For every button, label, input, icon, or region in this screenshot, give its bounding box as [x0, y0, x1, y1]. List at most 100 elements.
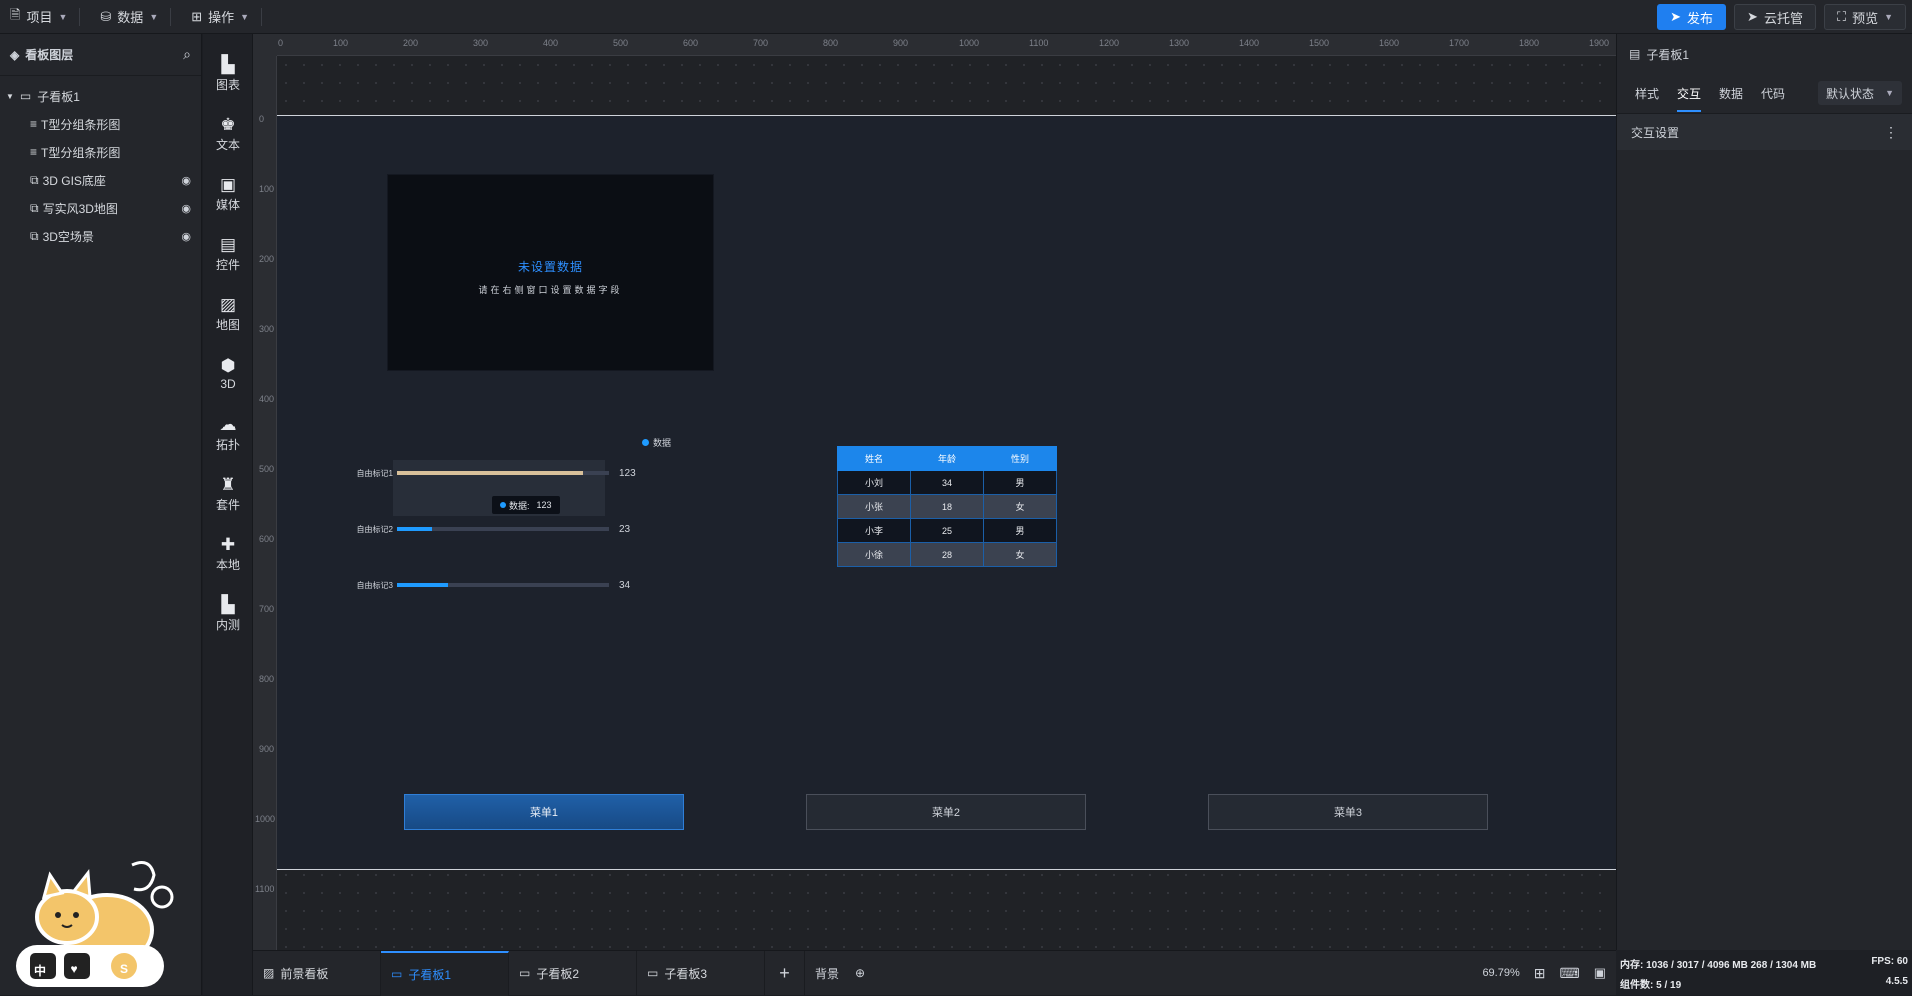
chart-legend[interactable]: 数据	[642, 436, 671, 449]
bar[interactable]	[397, 583, 449, 587]
tool-local[interactable]: ✚ 本地	[203, 524, 253, 584]
tool-beta[interactable]: ▙ 内测	[203, 584, 253, 644]
state-select[interactable]: 默认状态 ▼	[1818, 81, 1902, 105]
terminal-icon[interactable]: ▣	[1594, 965, 1606, 981]
table-header-cell[interactable]: 年龄	[910, 446, 984, 471]
chevron-down-icon[interactable]: ▼	[1884, 12, 1893, 22]
menu-operation[interactable]: ⊞ 操作 ▼	[181, 0, 272, 34]
layer-label: 3D GIS底座	[42, 173, 106, 188]
tab-data[interactable]: 数据	[1719, 85, 1743, 102]
chart-tooltip: 数据: 123	[492, 496, 560, 514]
ruler-top[interactable]: 0 100 200 300 400 500 600 700 800 900 10…	[277, 34, 1616, 56]
eye-hidden-icon[interactable]: ◉	[181, 174, 191, 187]
fit-screen-icon[interactable]: ⊞	[1534, 965, 1546, 982]
bar-row[interactable]: 自由标记3 34	[347, 578, 687, 592]
ruler-tick: 400	[259, 394, 275, 404]
3d-icon: ⧉	[30, 200, 39, 215]
layer-item-gis-base[interactable]: ⧉ 3D GIS底座 ◉	[0, 166, 201, 194]
tab-foreground-board[interactable]: ▨ 前景看板	[253, 950, 381, 996]
tab-code[interactable]: 代码	[1761, 85, 1785, 102]
menu-3-button[interactable]: 菜单3	[1208, 794, 1488, 830]
tool-text[interactable]: ♚ 文本	[203, 104, 253, 164]
menu-data[interactable]: ⛁ 数据 ▼	[90, 0, 181, 34]
table-cell: 小李	[837, 518, 911, 543]
layer-item-bar-chart-1[interactable]: ≡ T型分组条形图	[0, 110, 201, 138]
properties-panel: ▤ 子看板1 样式 交互 数据 代码 默认状态 ▼ 交互设置 ⋮	[1616, 34, 1912, 950]
bar-row[interactable]: 自由标记1 123	[347, 466, 687, 480]
ruler-tick: 200	[259, 254, 275, 264]
tool-topology[interactable]: ☁ 拓扑	[203, 404, 253, 464]
table-cell: 男	[983, 470, 1057, 495]
table-row[interactable]: 小李 25 男	[837, 518, 1057, 543]
chart-icon: ▙	[221, 54, 235, 74]
ruler-tick: 900	[259, 744, 275, 754]
keyboard-icon[interactable]: ⌨	[1559, 965, 1579, 982]
cloud-hosting-button[interactable]: ➤ 云托管	[1734, 4, 1816, 30]
table-header-cell[interactable]: 性别	[983, 446, 1057, 471]
bar-track	[397, 527, 609, 531]
eye-hidden-icon[interactable]: ◉	[181, 202, 191, 215]
ruler-left[interactable]: 0 100 200 300 400 500 600 700 800 900 10…	[253, 56, 277, 950]
tooltip-dot	[500, 502, 506, 508]
layer-item-3d-map[interactable]: ⧉ 写实风3D地图 ◉	[0, 194, 201, 222]
preview-button[interactable]: ⛶ 预览 ▼	[1823, 4, 1906, 30]
table-row[interactable]: 小张 18 女	[837, 494, 1057, 519]
ruler-tick: 300	[473, 38, 489, 48]
layer-label: T型分组条形图	[41, 145, 121, 160]
add-circle-icon[interactable]: ⊕	[855, 966, 865, 980]
bar-track	[397, 471, 609, 475]
ruler-tick: 1500	[1309, 38, 1330, 48]
table-header-cell[interactable]: 姓名	[837, 446, 911, 471]
bar[interactable]	[397, 527, 432, 531]
menu-2-button[interactable]: 菜单2	[806, 794, 1086, 830]
layers-header: ◈ 看板图层 ⌕	[0, 34, 201, 76]
layer-item-bar-chart-2[interactable]: ≡ T型分组条形图	[0, 138, 201, 166]
divider	[170, 7, 172, 26]
tool-media[interactable]: ▣ 媒体	[203, 164, 253, 224]
tool-3d[interactable]: ⬢ 3D	[203, 344, 253, 404]
menu-project[interactable]: 🗎 项目 ▼	[0, 0, 90, 34]
puzzle-icon: ✚	[220, 534, 236, 554]
eye-hidden-icon[interactable]: ◉	[181, 230, 191, 243]
tab-interaction[interactable]: 交互	[1677, 85, 1702, 112]
database-icon: ⛁	[100, 8, 112, 24]
table-header-row: 姓名 年龄 性别	[837, 446, 1057, 471]
page-icon: ▤	[1629, 47, 1641, 61]
tool-map[interactable]: ▨ 地图	[203, 284, 253, 344]
layer-item-3d-scene[interactable]: ⧉ 3D空场景 ◉	[0, 222, 201, 250]
publish-button[interactable]: ➤ 发布	[1657, 4, 1727, 30]
search-icon[interactable]: ⌕	[183, 46, 191, 63]
tool-kit[interactable]: ♜ 套件	[203, 464, 253, 524]
tool-control[interactable]: ▤ 控件	[203, 224, 253, 284]
tab-style[interactable]: 样式	[1635, 85, 1659, 102]
ruler-tick: 0	[259, 114, 265, 124]
zoom-level[interactable]: 69.79%	[1482, 967, 1519, 979]
empty-chart-widget[interactable]: 未设置数据 请在右侧窗口设置数据字段	[387, 174, 714, 371]
tool-chart[interactable]: ▙ 图表	[203, 44, 253, 104]
bar-chart-widget[interactable]: 数据 自由标记1 123 自由标记2 23 自由标记3 34 数据: 123	[347, 436, 687, 636]
dashboard-stage[interactable]: 未设置数据 请在右侧窗口设置数据字段 数据 自由标记1 123 自由标记2 23 自由标…	[277, 115, 1617, 870]
table-cell: 女	[983, 542, 1057, 567]
tab-sub-board-2[interactable]: ▭ 子看板2	[509, 950, 637, 996]
bar-row[interactable]: 自由标记2 23	[347, 522, 687, 536]
menu-data-label: 数据	[117, 10, 144, 25]
tab-sub-board-3[interactable]: ▭ 子看板3	[637, 950, 765, 996]
menu-2-label: 菜单2	[931, 807, 961, 819]
table-row[interactable]: 小徐 28 女	[837, 542, 1057, 567]
bar-category-label: 自由标记3	[356, 580, 393, 590]
tab-sub-board-1[interactable]: ▭ 子看板1	[381, 950, 509, 996]
layer-item-sub-board[interactable]: ▼ ▭ 子看板1	[0, 82, 201, 110]
background-tab[interactable]: 背景 ⊕	[805, 965, 865, 982]
add-board-button[interactable]: +	[765, 950, 805, 996]
ruler-tick: 1100	[1029, 38, 1049, 48]
interaction-settings-section[interactable]: 交互设置 ⋮	[1617, 114, 1912, 150]
ruler-corner	[253, 34, 277, 56]
menu-1-button[interactable]: 菜单1	[404, 794, 684, 830]
bar[interactable]	[397, 471, 584, 475]
table-row[interactable]: 小刘 34 男	[837, 470, 1057, 495]
caret-down-icon[interactable]: ▼	[6, 92, 14, 101]
tool-label: 3D	[220, 377, 236, 391]
mascot-key-labels: 中 ♥ S	[30, 962, 136, 979]
data-table[interactable]: 姓名 年龄 性别 小刘 34 男 小张 18 女 小李 25 男 小徐 28 女	[837, 446, 1057, 567]
more-vertical-icon[interactable]: ⋮	[1884, 124, 1898, 141]
